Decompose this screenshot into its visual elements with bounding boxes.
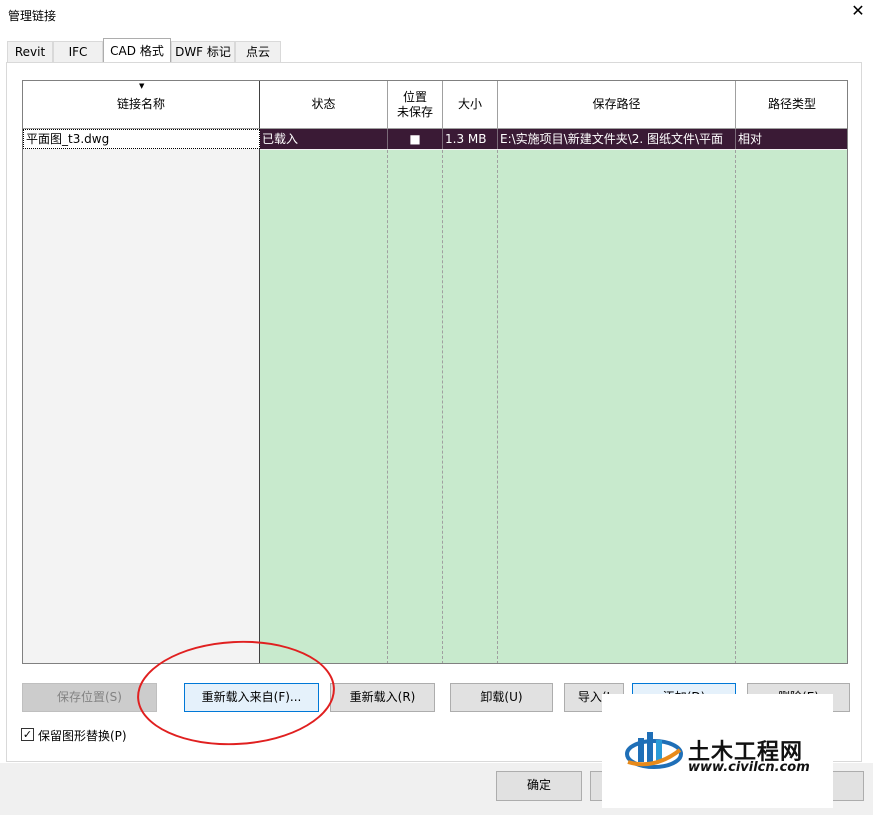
keep-graphic-overrides-label: 保留图形替换(P) xyxy=(38,729,127,743)
tab-revit[interactable]: Revit xyxy=(7,41,53,62)
header-link-name-label: 链接名称 xyxy=(116,97,165,111)
header-saved-path[interactable]: 保存路径 xyxy=(498,81,736,129)
tab-ifc[interactable]: IFC xyxy=(53,41,103,62)
watermark-logo-icon xyxy=(625,732,683,769)
watermark: 土木工程网 www.civilcn.com xyxy=(602,694,833,808)
tab-cad-formats[interactable]: CAD 格式 xyxy=(103,38,171,63)
row-link-name[interactable]: 平面图_t3.dwg xyxy=(23,129,260,149)
column-divider xyxy=(442,150,443,663)
header-position-line2: 未保存 xyxy=(396,104,433,119)
header-path-type[interactable]: 路径类型 xyxy=(736,81,847,129)
links-table: ▼ 链接名称 状态 位置 未保存 大小 保存路径 路径类型 平面图_t3.dwg… xyxy=(22,80,848,664)
header-status[interactable]: 状态 xyxy=(260,81,388,129)
header-position-unsaved[interactable]: 位置 未保存 xyxy=(388,81,443,129)
unload-button[interactable]: 卸载(U) xyxy=(450,683,553,712)
watermark-url: www.civilcn.com xyxy=(688,760,810,775)
header-size[interactable]: 大小 xyxy=(443,81,498,129)
column-divider xyxy=(735,150,736,663)
cell-path-type: 相对 xyxy=(738,132,763,146)
name-column-divider xyxy=(259,129,260,663)
header-link-name[interactable]: ▼ 链接名称 xyxy=(23,81,260,129)
keep-graphic-overrides-checkbox[interactable]: ✓ xyxy=(21,728,34,741)
column-divider xyxy=(497,150,498,663)
sort-down-icon: ▼ xyxy=(139,82,145,90)
window-title: 管理链接 xyxy=(8,9,57,23)
cell-status: 已载入 xyxy=(260,129,388,149)
close-icon[interactable]: ✕ xyxy=(850,3,866,19)
reload-button[interactable]: 重新载入(R) xyxy=(330,683,435,712)
tab-point-cloud[interactable]: 点云 xyxy=(235,41,281,62)
header-position-line1: 位置 xyxy=(402,89,427,104)
ok-button[interactable]: 确定 xyxy=(496,771,582,801)
table-row[interactable]: 已载入 ■ 1.3 MB E:\实施项目\新建文件夹\2. 图纸文件\平面 相对 xyxy=(260,129,847,149)
cell-size: 1.3 MB xyxy=(443,129,498,149)
loaded-area xyxy=(260,150,847,663)
cell-saved-path: E:\实施项目\新建文件夹\2. 图纸文件\平面 xyxy=(498,129,736,149)
tab-dwf-markup[interactable]: DWF 标记 xyxy=(171,41,235,62)
position-unsaved-checkbox[interactable]: ■ xyxy=(388,129,443,149)
column-divider xyxy=(387,150,388,663)
